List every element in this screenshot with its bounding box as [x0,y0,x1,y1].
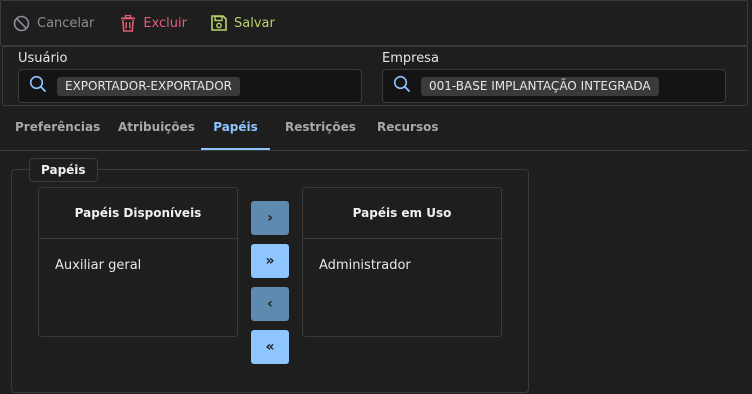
move-all-left-button[interactable]: « [251,330,289,364]
user-field: Usuário EXPORTADOR-EXPORTADOR [18,51,362,103]
available-roles-title: Papéis Disponíveis [39,188,237,239]
cancel-label: Cancelar [37,15,95,31]
trash-icon [120,14,136,32]
tab-papeis[interactable]: Papéis [201,104,270,148]
company-search-input[interactable]: 001-BASE IMPLANTAÇÃO INTEGRADA [382,69,726,103]
tab-recursos[interactable]: Recursos [377,104,438,148]
in-use-roles-title: Papéis em Uso [303,188,501,239]
search-icon [29,75,47,97]
tab-bar: Preferências Atribuições Papéis Restriçõ… [0,104,748,151]
save-button[interactable]: Salvar [199,11,287,35]
roles-legend: Papéis [29,158,98,182]
user-field-label: Usuário [18,51,68,66]
company-field: Empresa 001-BASE IMPLANTAÇÃO INTEGRADA [382,51,726,103]
cancel-button[interactable]: Cancelar [1,11,106,35]
company-field-label: Empresa [382,51,439,66]
move-one-left-button[interactable]: ‹ [251,287,289,321]
user-chip[interactable]: EXPORTADOR-EXPORTADOR [57,76,241,96]
tab-restricoes[interactable]: Restrições [285,104,356,148]
tab-atribuicoes[interactable]: Atribuições [118,104,195,148]
save-label: Salvar [234,15,275,31]
move-all-right-button[interactable]: » [251,244,289,278]
company-chip[interactable]: 001-BASE IMPLANTAÇÃO INTEGRADA [421,76,659,96]
double-chevron-right-icon: » [265,253,275,269]
list-item[interactable]: Auxiliar geral [39,239,237,273]
move-one-right-button[interactable]: › [251,201,289,235]
filter-panel: Usuário EXPORTADOR-EXPORTADOR Empresa 00… [2,46,748,106]
double-chevron-left-icon: « [265,339,275,355]
delete-label: Excluir [143,15,187,31]
delete-button[interactable]: Excluir [106,11,199,35]
tab-preferencias[interactable]: Preferências [15,104,100,148]
ban-icon [13,15,30,32]
search-icon [393,75,411,97]
floppy-disk-icon [211,15,227,31]
chevron-left-icon: ‹ [267,296,273,312]
chevron-right-icon: › [267,210,273,226]
toolbar: Cancelar Excluir Salvar [0,0,748,46]
active-tab-indicator [201,148,270,150]
user-search-input[interactable]: EXPORTADOR-EXPORTADOR [18,69,362,103]
list-item[interactable]: Administrador [303,239,501,273]
available-roles-list: Papéis Disponíveis Auxiliar geral [38,187,238,337]
in-use-roles-list: Papéis em Uso Administrador [302,187,502,337]
